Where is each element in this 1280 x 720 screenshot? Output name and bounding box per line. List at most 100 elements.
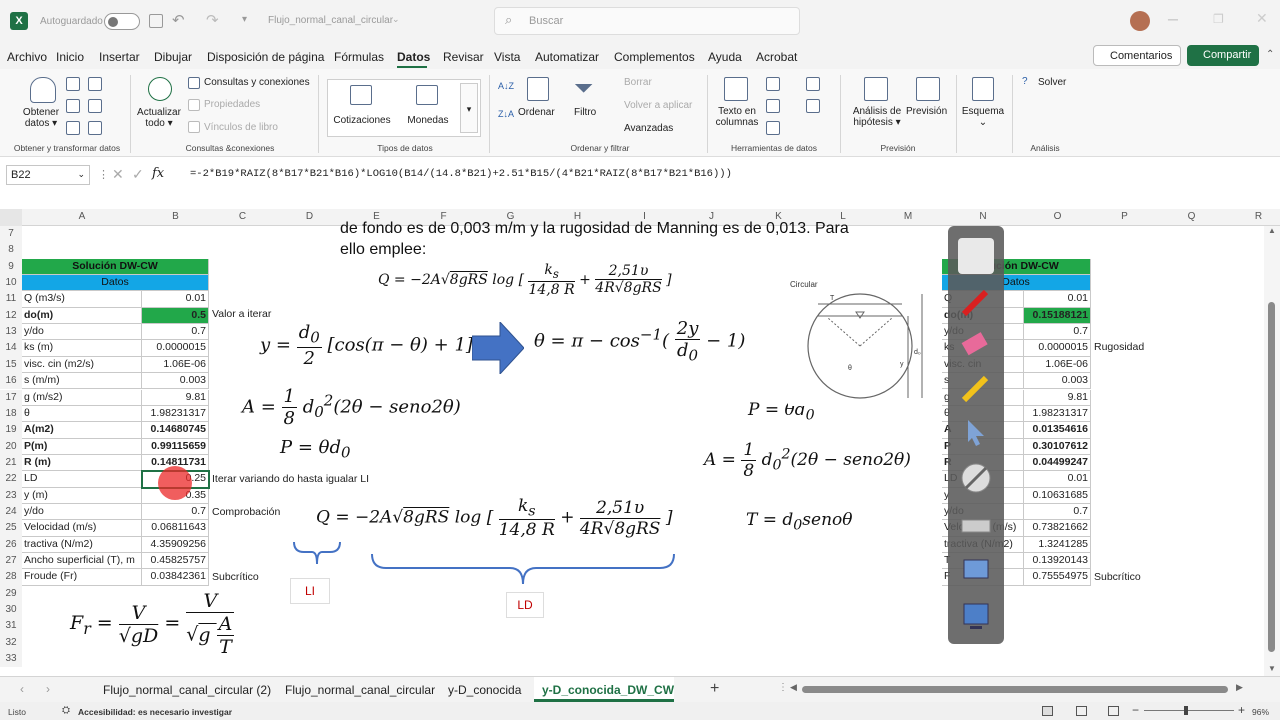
- normal-view-icon[interactable]: [1042, 706, 1053, 716]
- menu-archivo[interactable]: Archivo: [7, 50, 47, 64]
- left-table-value[interactable]: 0.06811643: [142, 520, 209, 537]
- zoom-in-icon[interactable]: +: [1238, 703, 1245, 717]
- whatif-button[interactable]: Análisis de hipótesis ▾: [846, 106, 908, 128]
- eraser-icon[interactable]: [958, 326, 994, 362]
- redo-icon[interactable]: ↷: [206, 11, 219, 29]
- name-box[interactable]: B22 ⌄: [6, 165, 90, 185]
- note-comprobacion[interactable]: Comprobación: [212, 506, 280, 518]
- document-title[interactable]: Flujo_normal_canal_circular: [268, 15, 393, 26]
- page-layout-icon[interactable]: [1076, 706, 1087, 716]
- select-all-corner[interactable]: [0, 209, 22, 226]
- scroll-up-icon[interactable]: ▲: [1268, 226, 1276, 235]
- row-header[interactable]: 28: [0, 569, 22, 586]
- autosave-toggle[interactable]: [104, 13, 140, 30]
- text-to-columns-button[interactable]: Texto en columnas: [712, 106, 762, 128]
- col-header-q[interactable]: Q: [1158, 211, 1225, 222]
- right-table-value[interactable]: 1.06E-06: [1024, 356, 1091, 374]
- left-table-value[interactable]: 0.03842361: [142, 569, 209, 586]
- right-table-value[interactable]: 0.13920143: [1024, 553, 1091, 570]
- row-header[interactable]: 30: [0, 602, 22, 619]
- left-table-subtitle[interactable]: Datos: [22, 275, 209, 292]
- queries-connections-button[interactable]: Consultas y conexiones: [204, 77, 310, 88]
- row-header[interactable]: 21: [0, 454, 22, 472]
- gallery-more-button[interactable]: ▾: [460, 83, 478, 133]
- left-table-label[interactable]: y/do: [22, 503, 142, 521]
- menu-automatizar[interactable]: Automatizar: [535, 50, 599, 64]
- desktop-icon[interactable]: [958, 598, 994, 634]
- row-header[interactable]: 16: [0, 373, 22, 390]
- whiteboard-icon[interactable]: [958, 238, 994, 274]
- col-header-r[interactable]: R: [1225, 211, 1280, 222]
- note-subcritico-right[interactable]: Subcrítico: [1094, 571, 1141, 583]
- row-header[interactable]: 9: [0, 258, 22, 276]
- left-table-value[interactable]: 0.0000015: [142, 340, 209, 357]
- left-table-label[interactable]: θ: [22, 405, 142, 423]
- add-sheet-icon[interactable]: +: [710, 680, 719, 698]
- hscroll-thumb[interactable]: [802, 686, 1228, 693]
- confirm-entry-icon[interactable]: ✓: [132, 166, 144, 183]
- menu-acrobat[interactable]: Acrobat: [756, 50, 797, 64]
- note-subcritico-left[interactable]: Subcrítico: [212, 571, 259, 583]
- cancel-entry-icon[interactable]: ✕: [112, 166, 124, 183]
- col-header-d[interactable]: D: [276, 211, 343, 222]
- right-table-value[interactable]: 0.73821662: [1024, 520, 1091, 537]
- get-data-button[interactable]: Obtener datos ▾: [16, 107, 66, 129]
- qat-more-icon[interactable]: ▾: [242, 14, 247, 25]
- hscroll-more-icon[interactable]: ⋮: [778, 682, 788, 693]
- row-header[interactable]: 27: [0, 553, 22, 570]
- filter-button[interactable]: Filtro: [574, 107, 596, 118]
- right-table-value[interactable]: 9.81: [1024, 389, 1091, 406]
- left-table-value[interactable]: 1.98231317: [142, 405, 209, 423]
- left-table-title[interactable]: Solución DW-CW: [22, 258, 209, 276]
- highlighter-icon[interactable]: [958, 370, 994, 406]
- row-header[interactable]: 31: [0, 618, 22, 635]
- menu-disposicion[interactable]: Disposición de página: [207, 50, 324, 64]
- user-avatar[interactable]: [1130, 11, 1150, 31]
- hscroll-right-icon[interactable]: ▶: [1236, 682, 1243, 693]
- left-table-label[interactable]: visc. cin (m2/s): [22, 356, 142, 374]
- left-table-value[interactable]: 4.35909256: [142, 536, 209, 553]
- left-table-label[interactable]: Froude (Fr): [22, 569, 142, 586]
- menu-insertar[interactable]: Insertar: [99, 50, 140, 64]
- menu-dibujar[interactable]: Dibujar: [154, 50, 192, 64]
- from-text-icon[interactable]: [66, 77, 80, 91]
- comments-button[interactable]: Comentarios: [1093, 45, 1181, 66]
- right-table-value[interactable]: 0.75554975: [1024, 569, 1091, 586]
- left-table-label[interactable]: Ancho superficial (T), m: [22, 553, 142, 570]
- sort-za-icon[interactable]: Z↓A: [498, 109, 514, 119]
- row-header[interactable]: 11: [0, 291, 22, 308]
- right-table-value[interactable]: 1.3241285: [1024, 536, 1091, 553]
- vertical-scrollbar[interactable]: ▲ ▼: [1264, 226, 1280, 676]
- zoom-slider[interactable]: [1144, 706, 1234, 715]
- minimize-icon[interactable]: ─: [1168, 11, 1178, 27]
- menu-revisar[interactable]: Revisar: [443, 50, 484, 64]
- right-table-value[interactable]: 0.003: [1024, 373, 1091, 390]
- row-header[interactable]: 12: [0, 307, 22, 325]
- row-header[interactable]: 10: [0, 275, 22, 292]
- col-header-a[interactable]: A: [22, 211, 142, 222]
- hscroll-left-icon[interactable]: ◀: [790, 682, 797, 693]
- menu-ayuda[interactable]: Ayuda: [708, 50, 742, 64]
- consolidate-icon[interactable]: [806, 77, 820, 91]
- currencies-button[interactable]: Monedas: [398, 115, 458, 126]
- outline-button[interactable]: Esquema ⌄: [960, 106, 1006, 128]
- note-rugosidad[interactable]: Rugosidad: [1094, 341, 1144, 353]
- right-table-value[interactable]: 0.0000015: [1024, 340, 1091, 357]
- advanced-button[interactable]: Avanzadas: [624, 123, 673, 134]
- recent-sources-icon[interactable]: [88, 77, 102, 91]
- right-table-value[interactable]: 1.98231317: [1024, 405, 1091, 423]
- left-table-label[interactable]: Velocidad (m/s): [22, 520, 142, 537]
- row-header[interactable]: 13: [0, 324, 22, 341]
- left-table-label[interactable]: g (m/s2): [22, 389, 142, 406]
- scroll-down-icon[interactable]: ▼: [1268, 664, 1276, 673]
- left-table-label[interactable]: ks (m): [22, 340, 142, 357]
- workbook-links-button[interactable]: Vínculos de libro: [204, 122, 278, 133]
- left-table-value[interactable]: 0.99115659: [142, 438, 209, 455]
- note-iterar-variando[interactable]: Iterar variando do hasta igualar LI: [212, 473, 369, 485]
- row-header[interactable]: 22: [0, 471, 22, 488]
- keyboard-icon[interactable]: [958, 508, 994, 544]
- row-header[interactable]: 20: [0, 438, 22, 455]
- refresh-all-button[interactable]: Actualizar todo ▾: [132, 107, 186, 129]
- right-table-value[interactable]: 0.01: [1024, 471, 1091, 488]
- red-pen-icon[interactable]: [958, 284, 994, 320]
